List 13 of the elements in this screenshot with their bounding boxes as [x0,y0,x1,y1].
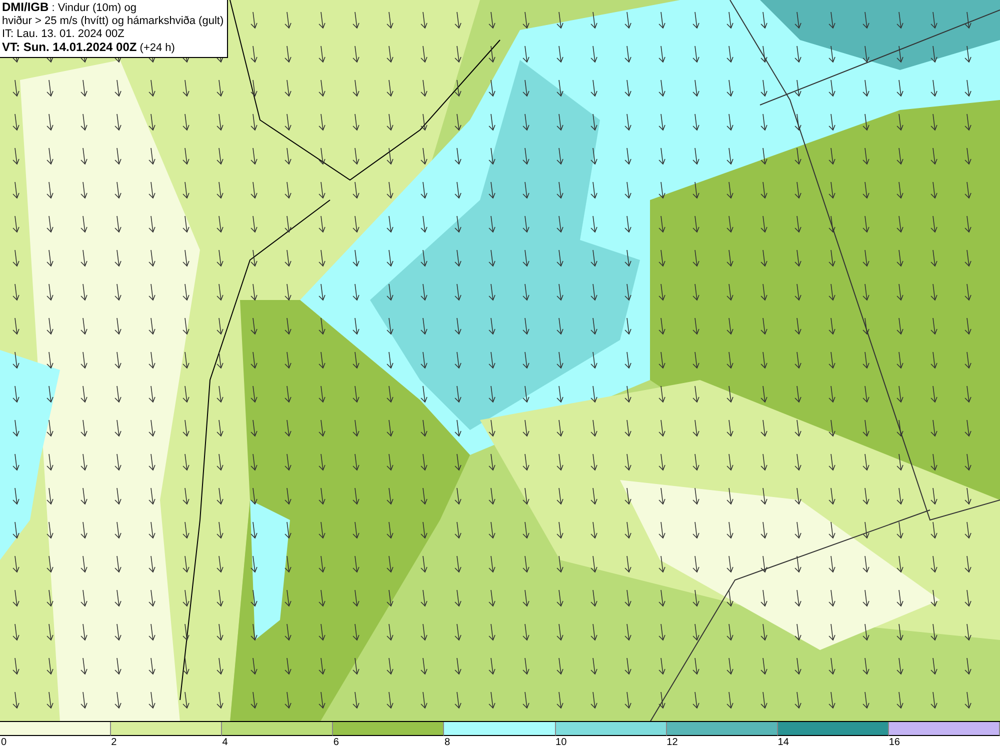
legend-label: 2 [110,736,117,750]
legend-label: 10 [554,736,567,750]
legend-label: 12 [666,736,678,750]
legend-label: 4 [221,736,228,750]
header-text: IT: Lau. 13. 01. 2024 00Z [2,28,126,41]
header-text: VT: Sun. 14.01.2024 00Z (+24 h) [2,41,176,55]
header-text: DMI/IGB : Vindur (10m) og [2,1,138,15]
header-text: hviður > 25 m/s (hvítt) og hámarkshviða (gult) [2,15,224,28]
legend-label: 8 [443,736,450,750]
legend-label: 6 [332,736,339,750]
legend-label: 14 [776,736,789,750]
legend-label: 16 [888,736,900,750]
legend-label: 0 [0,736,7,750]
